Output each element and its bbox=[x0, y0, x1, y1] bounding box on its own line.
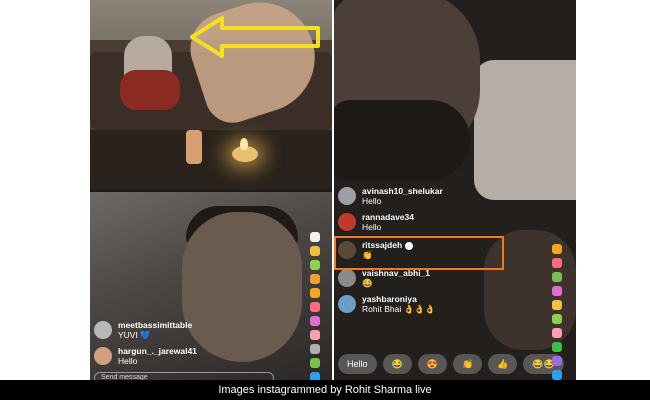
avatar[interactable] bbox=[338, 187, 356, 205]
comment-item: meetbassimittable YUVI 💙 bbox=[94, 320, 197, 340]
heart-icon bbox=[310, 316, 320, 326]
avatar[interactable] bbox=[338, 269, 356, 287]
image-caption: Images instagrammed by Rohit Sharma live bbox=[0, 380, 650, 400]
comment-item: hargun_._jarewal41 Hello bbox=[94, 346, 197, 366]
comment-text: 😂 bbox=[362, 278, 373, 288]
comment-text: YUVI 💙 bbox=[118, 330, 151, 340]
quick-reply-thumbs-up[interactable]: 👍 bbox=[488, 354, 518, 374]
left-live-screen: meetbassimittable YUVI 💙 hargun_._jarewa… bbox=[90, 0, 332, 380]
annotation-arrow-icon bbox=[190, 16, 320, 58]
heart-icon bbox=[310, 358, 320, 368]
heart-icon bbox=[552, 272, 562, 282]
heart-icon bbox=[552, 314, 562, 324]
avatar[interactable] bbox=[338, 295, 356, 313]
heart-icon bbox=[552, 328, 562, 338]
quick-reply-hello[interactable]: Hello bbox=[338, 354, 377, 374]
heart-icon bbox=[552, 244, 562, 254]
comment-username[interactable]: meetbassimittable bbox=[118, 320, 192, 330]
heart-icon bbox=[310, 344, 320, 354]
heart-icon bbox=[552, 300, 562, 310]
host-face bbox=[182, 212, 302, 362]
comment-item: avinash10_shelukar Hello bbox=[338, 186, 443, 206]
quick-reply-heart-eyes[interactable]: 😍 bbox=[417, 354, 447, 374]
comment-username[interactable]: hargun_._jarewal41 bbox=[118, 346, 197, 356]
heart-icon bbox=[310, 232, 320, 242]
heart-icon bbox=[552, 286, 562, 296]
floating-hearts bbox=[552, 244, 562, 380]
comment-username[interactable]: rannadave34 bbox=[362, 212, 414, 222]
heart-icon bbox=[552, 258, 562, 268]
heart-icon bbox=[552, 342, 562, 352]
heart-icon bbox=[310, 372, 320, 380]
highlight-box bbox=[334, 236, 504, 270]
comment-username[interactable]: yashbaroniya bbox=[362, 294, 435, 304]
avatar[interactable] bbox=[94, 321, 112, 339]
send-message-input[interactable]: Send message bbox=[94, 372, 274, 380]
heart-icon bbox=[310, 330, 320, 340]
heart-icon bbox=[310, 274, 320, 284]
comment-text: Hello bbox=[118, 356, 138, 366]
guest-video-feed bbox=[90, 0, 332, 190]
left-comment-list: meetbassimittable YUVI 💙 hargun_._jarewa… bbox=[94, 320, 197, 372]
heart-icon bbox=[552, 356, 562, 366]
heart-icon bbox=[310, 246, 320, 256]
heart-icon bbox=[310, 288, 320, 298]
avatar[interactable] bbox=[338, 213, 356, 231]
quick-reply-clap[interactable]: 👏 bbox=[452, 354, 483, 374]
comment-item: rannadave34 Hello bbox=[338, 212, 443, 232]
comment-username[interactable]: avinash10_shelukar bbox=[362, 186, 443, 196]
floating-hearts bbox=[310, 232, 320, 380]
comment-text: Hello bbox=[362, 222, 382, 232]
comment-item: yashbaroniya Rohit Bhai 👌👌👌 bbox=[338, 294, 443, 314]
avatar[interactable] bbox=[94, 347, 112, 365]
comment-text: Hello bbox=[362, 196, 382, 206]
right-live-screen: avinash10_shelukar Hello rannadave34 Hel… bbox=[334, 0, 576, 380]
comment-text: Rohit Bhai 👌👌👌 bbox=[362, 304, 436, 314]
heart-icon bbox=[310, 260, 320, 270]
quick-reply-bar: Hello 😂 😍 👏 👍 😂😂 bbox=[338, 354, 564, 374]
comment-item: vaishnav_abhi_1 😂 bbox=[338, 268, 443, 288]
heart-icon bbox=[552, 370, 562, 380]
quick-reply-laugh[interactable]: 😂 bbox=[382, 354, 412, 374]
heart-icon bbox=[310, 302, 320, 312]
